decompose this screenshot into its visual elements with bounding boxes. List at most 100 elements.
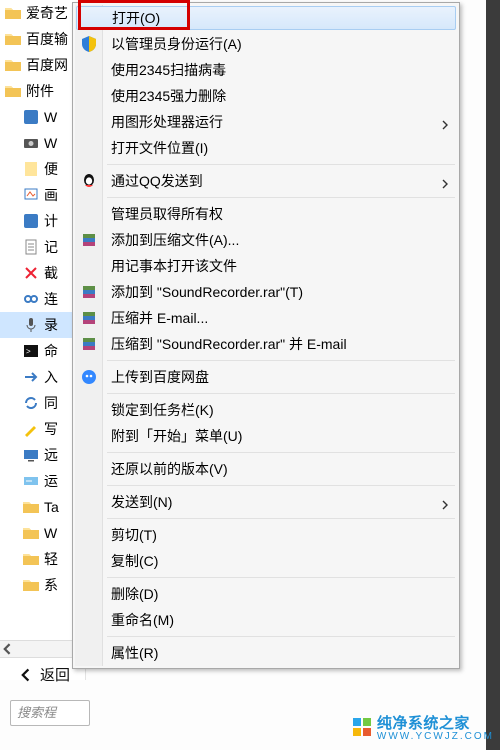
menu-item-16[interactable]: 上传到百度网盘	[75, 364, 457, 390]
back-icon	[20, 668, 34, 682]
back-label: 返回	[40, 664, 70, 685]
rar-icon	[80, 309, 98, 327]
menu-item-19[interactable]: 附到「开始」菜单(U)	[75, 423, 457, 449]
menu-item-31[interactable]: 属性(R)	[75, 640, 457, 666]
menu-separator	[107, 393, 455, 394]
file-item-label: 命	[44, 341, 58, 361]
file-item-label: W	[44, 525, 57, 541]
shield-icon	[80, 35, 98, 53]
menu-item-10[interactable]: 添加到压缩文件(A)...	[75, 227, 457, 253]
notepad-icon	[22, 238, 40, 256]
menu-item-label: 附到「开始」菜单(U)	[111, 426, 242, 446]
menu-item-14[interactable]: 压缩到 "SoundRecorder.rar" 并 E-mail	[75, 331, 457, 357]
arrow-icon	[22, 368, 40, 386]
file-item-label: 截	[44, 263, 58, 283]
menu-separator	[107, 452, 455, 453]
menu-item-label: 使用2345扫描病毒	[111, 60, 226, 80]
menu-item-4[interactable]: 用图形处理器运行	[75, 109, 457, 135]
note-icon	[22, 160, 40, 178]
right-border	[486, 0, 500, 750]
menu-separator	[107, 636, 455, 637]
menu-item-label: 打开(O)	[112, 8, 160, 28]
cmd-icon: >	[22, 342, 40, 360]
menu-item-11[interactable]: 用记事本打开该文件	[75, 253, 457, 279]
pen-icon	[22, 420, 40, 438]
menu-item-label: 以管理员身份运行(A)	[111, 34, 242, 54]
menu-item-5[interactable]: 打开文件位置(I)	[75, 135, 457, 161]
file-item-label: 系	[44, 575, 58, 595]
menu-item-12[interactable]: 添加到 "SoundRecorder.rar"(T)	[75, 279, 457, 305]
file-item-label: 入	[44, 367, 58, 387]
link-icon	[22, 290, 40, 308]
menu-item-0[interactable]: 打开(O)	[76, 6, 456, 30]
menu-item-1[interactable]: 以管理员身份运行(A)	[75, 31, 457, 57]
camera-icon	[22, 134, 40, 152]
rar-icon	[80, 335, 98, 353]
file-item-label: 记	[44, 237, 58, 257]
menu-item-3[interactable]: 使用2345强力删除	[75, 83, 457, 109]
menu-separator	[107, 518, 455, 519]
file-item-label: 运	[44, 471, 58, 491]
run-icon	[22, 472, 40, 490]
scroll-left-button[interactable]	[0, 641, 16, 657]
qq-icon	[80, 172, 98, 190]
menu-item-label: 使用2345强力删除	[111, 86, 226, 106]
snip-icon	[22, 264, 40, 282]
search-input[interactable]: 搜索程	[10, 700, 90, 726]
menu-item-label: 用图形处理器运行	[111, 112, 223, 132]
paint-icon	[22, 186, 40, 204]
menu-item-label: 发送到(N)	[111, 492, 172, 512]
menu-item-label: 剪切(T)	[111, 525, 157, 545]
menu-separator	[107, 164, 455, 165]
watermark-text: 纯净系统之家	[377, 712, 494, 733]
remote-icon	[22, 446, 40, 464]
submenu-arrow-icon	[441, 497, 449, 513]
file-item-label: 百度输	[26, 29, 68, 49]
menu-item-label: 压缩并 E-mail...	[111, 308, 208, 328]
menu-item-9[interactable]: 管理员取得所有权	[75, 201, 457, 227]
watermark-logo-icon	[353, 718, 371, 736]
file-item-label: 写	[44, 419, 58, 439]
menu-item-7[interactable]: 通过QQ发送到	[75, 168, 457, 194]
menu-item-label: 复制(C)	[111, 551, 158, 571]
menu-item-23[interactable]: 发送到(N)	[75, 489, 457, 515]
context-menu: 打开(O) 以管理员身份运行(A) 使用2345扫描病毒使用2345强力删除用图形处…	[72, 2, 460, 669]
folder-icon	[4, 4, 22, 22]
folder-icon	[22, 550, 40, 568]
menu-item-13[interactable]: 压缩并 E-mail...	[75, 305, 457, 331]
file-item-label: 计	[44, 211, 58, 231]
mic-icon	[22, 316, 40, 334]
file-item-label: Ta	[44, 499, 59, 515]
back-row[interactable]: 返回	[20, 664, 70, 685]
menu-item-18[interactable]: 锁定到任务栏(K)	[75, 397, 457, 423]
menu-item-29[interactable]: 重命名(M)	[75, 607, 457, 633]
menu-item-label: 添加到 "SoundRecorder.rar"(T)	[111, 282, 303, 302]
menu-item-21[interactable]: 还原以前的版本(V)	[75, 456, 457, 482]
menu-item-label: 属性(R)	[111, 643, 158, 663]
folder-icon	[22, 576, 40, 594]
file-item-label: 轻	[44, 549, 58, 569]
menu-item-label: 打开文件位置(I)	[111, 138, 208, 158]
menu-item-label: 上传到百度网盘	[111, 367, 209, 387]
menu-item-25[interactable]: 剪切(T)	[75, 522, 457, 548]
file-item-label: 同	[44, 393, 58, 413]
file-item-label: W	[44, 109, 57, 125]
menu-item-label: 添加到压缩文件(A)...	[111, 230, 239, 250]
file-item-label: 便	[44, 159, 58, 179]
submenu-arrow-icon	[441, 176, 449, 192]
menu-item-26[interactable]: 复制(C)	[75, 548, 457, 574]
menu-item-label: 重命名(M)	[111, 610, 174, 630]
rar-icon	[80, 283, 98, 301]
svg-text:>: >	[26, 347, 31, 356]
submenu-arrow-icon	[441, 117, 449, 133]
folder-icon	[22, 498, 40, 516]
file-item-label: W	[44, 135, 57, 151]
folder-icon	[4, 56, 22, 74]
baidu-icon	[80, 368, 98, 386]
file-item-label: 百度网	[26, 55, 68, 75]
menu-item-28[interactable]: 删除(D)	[75, 581, 457, 607]
file-item-label: 爱奇艺	[26, 3, 68, 23]
sync-icon	[22, 394, 40, 412]
folder-icon	[22, 524, 40, 542]
menu-item-2[interactable]: 使用2345扫描病毒	[75, 57, 457, 83]
